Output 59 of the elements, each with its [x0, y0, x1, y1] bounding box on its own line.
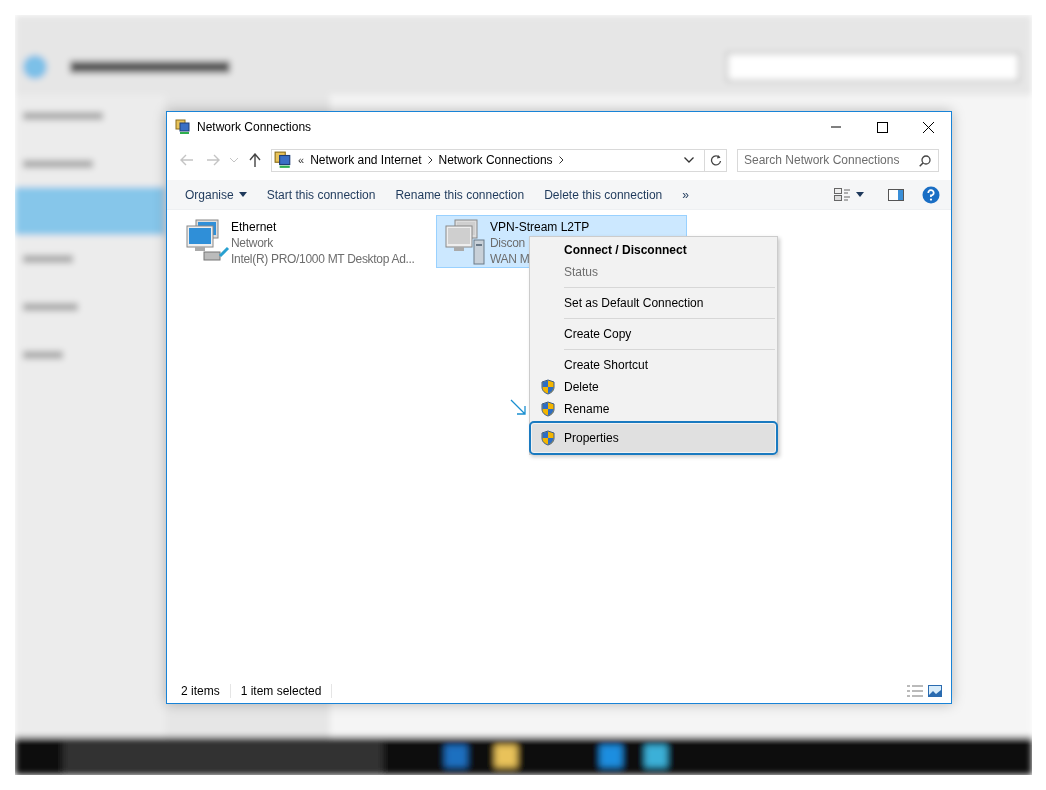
shield-icon	[540, 401, 556, 417]
connection-status: Network	[231, 235, 274, 251]
caret-icon	[238, 192, 247, 197]
taskbar-icon	[445, 745, 467, 767]
shield-icon	[540, 430, 556, 446]
header-icon	[23, 55, 47, 79]
menu-item[interactable]: Create Shortcut	[532, 354, 775, 376]
taskbar-icon	[495, 745, 517, 767]
arrow-icon	[510, 399, 526, 415]
blurred-label	[23, 255, 73, 263]
shield-icon	[540, 379, 556, 395]
menu-item[interactable]: Delete	[532, 376, 775, 398]
breadcrumb[interactable]: Network Connections	[438, 153, 553, 167]
item-count: 2 items	[181, 684, 231, 698]
view-icon	[834, 187, 850, 202]
selection-count: 1 item selected	[240, 684, 333, 698]
connection-device: Intel(R) PRO/1000 MT Desktop Ad...	[231, 251, 415, 267]
network-folder-icon	[175, 119, 191, 135]
blurred-label	[23, 160, 93, 168]
list-icon	[907, 685, 923, 697]
command-button[interactable]: Organise	[175, 181, 257, 208]
blurred-label	[23, 351, 63, 359]
chevron-down-icon[interactable]	[684, 157, 694, 163]
search-field[interactable]: Search Network Connections	[737, 148, 939, 172]
network-folder-icon	[274, 151, 292, 169]
command-button[interactable]: Rename this connection	[385, 181, 535, 208]
blurred-label	[23, 303, 78, 311]
breadcrumb[interactable]: Network and Internet	[310, 153, 422, 167]
menu-item[interactable]: Set as Default Connection	[532, 292, 775, 314]
command-button[interactable]: Delete this connection	[534, 181, 673, 208]
menu-item[interactable]: Properties	[532, 424, 775, 452]
connection-device: WAN M	[490, 251, 531, 267]
search-icon	[919, 154, 931, 167]
arrow-left-icon	[180, 154, 194, 166]
connection-name: Ethernet	[231, 219, 278, 235]
chevron-right-icon	[558, 156, 564, 164]
pane-icon	[888, 188, 904, 201]
help-icon	[922, 185, 940, 204]
connection-name: VPN-Stream L2TP	[490, 219, 590, 235]
image-icon	[928, 685, 942, 697]
chevron-right-icon	[427, 156, 433, 164]
more-commands-button[interactable]: »	[672, 181, 699, 208]
chevron-down-icon	[230, 157, 238, 163]
taskbar-icon	[645, 745, 667, 767]
maximize-icon	[876, 121, 888, 133]
address-bar[interactable]: « Network and Internet Network Connections	[271, 148, 727, 172]
taskbar-icon	[600, 745, 622, 767]
connection-item[interactable]: Ethernet Network Intel(R) PRO/1000 MT Desktop Ad...	[177, 215, 428, 268]
overflow-chevron[interactable]: «	[298, 154, 305, 166]
caret-icon	[856, 192, 864, 197]
refresh-icon	[709, 154, 722, 166]
command-button[interactable]: Start this connection	[256, 181, 386, 208]
arrow-up-icon	[249, 153, 261, 167]
arrow-right-icon	[206, 154, 220, 166]
window-title: Network Connections	[197, 120, 313, 134]
menu-item[interactable]: Connect / Disconnect	[532, 239, 775, 261]
menu-item[interactable]: Create Copy	[532, 323, 775, 345]
close-icon	[922, 121, 934, 133]
menu-item[interactable]: Rename	[532, 398, 775, 420]
